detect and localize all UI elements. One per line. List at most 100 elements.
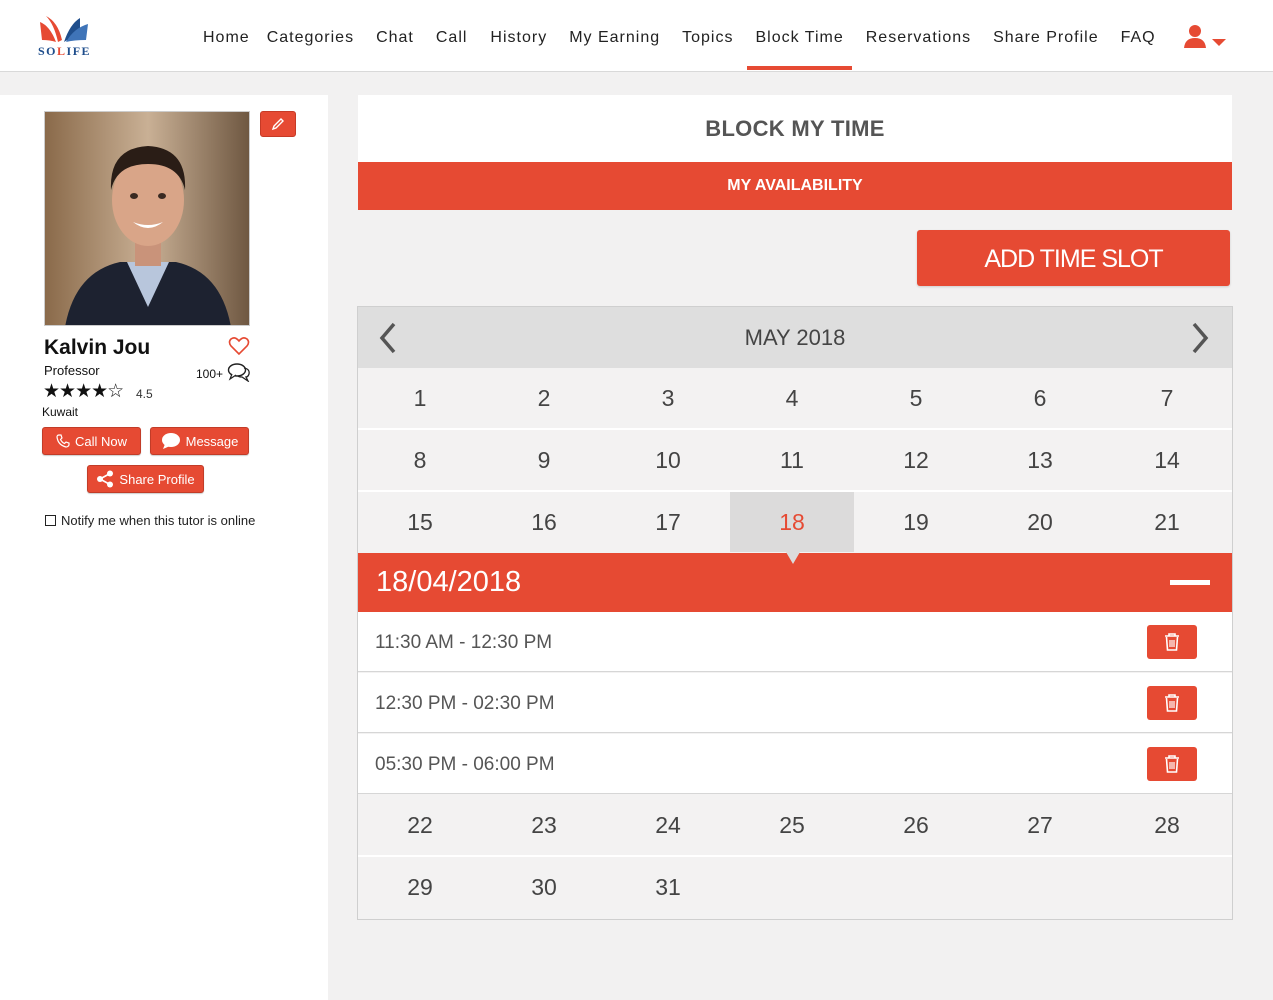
pencil-icon [271,118,284,131]
calendar-day[interactable]: 3 [606,368,730,428]
edit-profile-button[interactable] [260,111,296,137]
share-profile-label: Share Profile [119,471,195,487]
top-header: SOLIFE Home Categories Chat Call History My E… [0,0,1273,72]
calendar-day[interactable]: 24 [606,795,730,855]
calendar-day[interactable]: 20 [978,492,1102,552]
nav-item-faq[interactable]: FAQ [1113,0,1164,72]
nav-item-my-earning[interactable]: My Earning [561,0,668,72]
calendar-day[interactable]: 30 [482,857,606,917]
calendar-day[interactable]: 27 [978,795,1102,855]
book-logo-icon [40,16,88,42]
calendar-day[interactable]: 12 [854,430,978,490]
tutor-location: Kuwait [42,405,79,419]
trash-icon [1165,755,1179,773]
call-now-button[interactable]: Call Now [42,427,141,455]
checkbox-box[interactable] [45,515,56,526]
calendar-empty-cell [1102,857,1232,917]
collapse-minus-icon[interactable] [1170,573,1210,591]
calendar-empty-cell [978,857,1102,917]
rating-stars: ★★★★☆ [43,381,124,402]
calendar-day[interactable]: 6 [978,368,1102,428]
tutor-sidebar: Kalvin Jou Professor 100+ ★★★★☆ 4.5 Kuwa… [0,95,328,1000]
calendar-empty-cell [730,857,854,917]
favorite-heart-icon[interactable] [228,336,250,356]
tutor-name: Kalvin Jou [44,336,151,359]
nav-item-topics[interactable]: Topics [674,0,741,72]
nav-item-categories[interactable]: Categories [259,0,362,72]
nav-item-share-profile[interactable]: Share Profile [985,0,1107,72]
time-slot-row: 11:30 AM - 12:30 PM [358,612,1232,672]
calendar-day[interactable]: 28 [1102,795,1232,855]
calendar-day[interactable]: 17 [606,492,730,552]
selected-date-label: 18/04/2018 [376,566,522,598]
chat-bubbles-icon[interactable] [227,362,251,383]
logo-wordmark: SOLIFE [38,44,92,58]
call-now-label: Call Now [74,433,127,449]
calendar-day[interactable]: 16 [482,492,606,552]
calendar-day[interactable]: 4 [730,368,854,428]
calendar-day[interactable]: 29 [358,857,482,917]
calendar-day-selected[interactable]: 18 [730,492,854,552]
user-menu[interactable] [1183,24,1231,50]
share-profile-button[interactable]: Share Profile [87,465,204,493]
calendar-day[interactable]: 25 [730,795,854,855]
phone-icon [56,434,70,448]
message-button[interactable]: Message [150,427,249,455]
caret-down-icon [1212,39,1226,46]
nav-item-call[interactable]: Call [428,0,476,72]
calendar-day[interactable]: 31 [606,857,730,917]
delete-slot-button[interactable] [1147,625,1197,659]
user-icon [1184,25,1226,48]
month-label: MAY 2018 [744,325,846,350]
calendar-day[interactable]: 13 [978,430,1102,490]
add-time-slot-button[interactable]: ADD TIME SLOT [917,230,1230,286]
time-slot-row: 12:30 PM - 02:30 PM [358,673,1232,733]
message-label: Message [185,433,239,449]
calendar-day[interactable]: 10 [606,430,730,490]
calendar-day[interactable]: 19 [854,492,978,552]
share-icon [97,470,114,488]
availability-calendar: MAY 2018 18/04/2018 1 2 3 4 5 6 7 8 9 10 11 12 13 14 1… [357,306,1233,920]
nav-item-chat[interactable]: Chat [368,0,422,72]
nav-item-block-time[interactable]: Block Time [747,0,852,72]
calendar-day[interactable]: 21 [1102,492,1232,552]
trash-icon [1165,633,1179,651]
calendar-header: MAY 2018 [358,307,1232,368]
nav-item-reservations[interactable]: Reservations [858,0,979,72]
calendar-day[interactable]: 15 [358,492,482,552]
nav-item-history[interactable]: History [482,0,555,72]
notify-online-checkbox[interactable]: Notify me when this tutor is online [45,513,255,528]
calendar-day[interactable]: 23 [482,795,606,855]
main-nav: Home Categories Chat Call History My Earning T… [195,0,1164,72]
next-month-button[interactable] [1184,321,1214,355]
calendar-week-row: 29 30 31 [358,857,1232,917]
calendar-day[interactable]: 2 [482,368,606,428]
calendar-day[interactable]: 1 [358,368,482,428]
delete-slot-button[interactable] [1147,686,1197,720]
calendar-day[interactable]: 8 [358,430,482,490]
calendar-day[interactable]: 7 [1102,368,1232,428]
selected-day-pointer [786,552,800,564]
time-slot-label: 11:30 AM - 12:30 PM [375,632,553,653]
calendar-week-row: 1234567 [358,368,1232,428]
tab-my-availability[interactable]: MY AVAILABILITY [358,162,1232,210]
rating-value: 4.5 [136,387,153,401]
calendar-day[interactable]: 9 [482,430,606,490]
calendar-day[interactable]: 26 [854,795,978,855]
calendar-day[interactable]: 11 [730,430,854,490]
page-title-panel: BLOCK MY TIME [358,95,1232,162]
page-title: BLOCK MY TIME [705,116,885,141]
calendar-week-row: 22 23 24 25 26 27 28 [358,795,1232,855]
delete-slot-button[interactable] [1147,747,1197,781]
calendar-week-row: 8 9 10 11 12 13 14 [358,430,1232,490]
solife-logo[interactable]: SOLIFE [36,12,100,58]
calendar-day[interactable]: 5 [854,368,978,428]
nav-item-home[interactable]: Home [195,0,258,72]
tutor-title: Professor [44,363,100,378]
time-slot-label: 12:30 PM - 02:30 PM [375,693,555,714]
review-count: 100+ [196,367,224,381]
calendar-empty-cell [854,857,978,917]
calendar-day[interactable]: 22 [358,795,482,855]
trash-icon [1165,694,1179,712]
calendar-day[interactable]: 14 [1102,430,1232,490]
